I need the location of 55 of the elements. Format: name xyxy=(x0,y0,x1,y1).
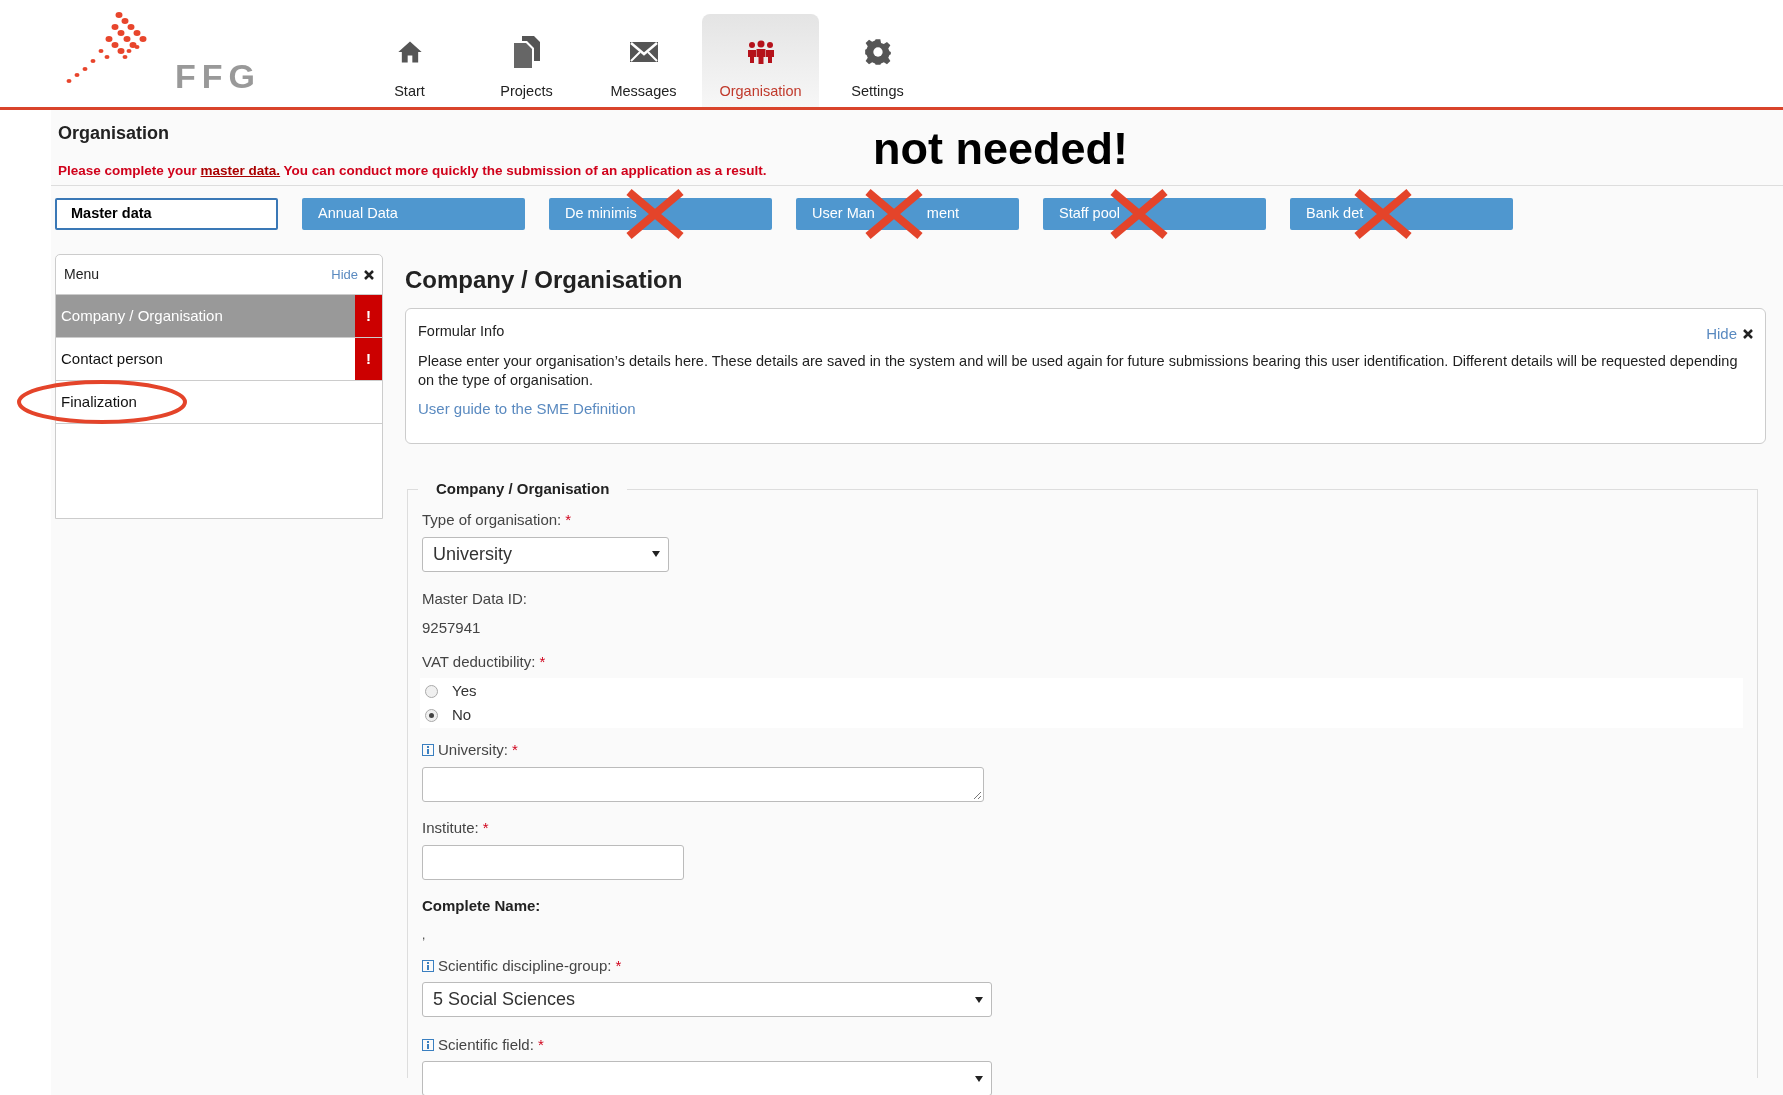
radio-button[interactable] xyxy=(425,684,438,698)
master-data-link[interactable]: master data. xyxy=(200,163,281,178)
field-label: Scientific discipline-group: xyxy=(438,955,612,976)
field-value: 9257941 xyxy=(422,617,482,638)
required-asterisk: * xyxy=(615,955,622,976)
section-heading: Company / Organisation xyxy=(405,265,684,295)
fieldset-legend: Company / Organisation xyxy=(418,478,628,501)
page-title: Organisation xyxy=(58,122,170,145)
info-text: Please enter your organisation’s details here. These details are saved in the system and will be used again for future submissions bearing this user identification. Different details will be requested depending on the type of organisation. xyxy=(418,351,1739,390)
close-icon xyxy=(1743,329,1753,340)
radio-label: Yes xyxy=(452,680,477,701)
nav-tab[interactable]: Organisation xyxy=(702,14,819,107)
annotation-text: not needed! xyxy=(873,126,1128,171)
sme-guide-link[interactable]: User guide to the SME Definition xyxy=(418,397,636,421)
menu-item[interactable]: Contact person ! xyxy=(56,338,382,381)
required-asterisk: * xyxy=(482,817,489,838)
nav-tab[interactable]: Start xyxy=(351,14,468,107)
field-label: Scientific field: xyxy=(438,1034,534,1055)
select-field[interactable] xyxy=(422,1061,992,1095)
logo-text: FFG xyxy=(175,56,261,97)
select-field[interactable]: 5 Social Sciences xyxy=(422,982,992,1017)
section-button[interactable]: Master data xyxy=(55,198,278,230)
close-icon xyxy=(364,269,374,280)
field-label: Master Data ID: xyxy=(422,589,528,610)
required-asterisk: * xyxy=(512,739,518,760)
menu-item[interactable]: Company / Organisation ! xyxy=(56,295,382,338)
required-asterisk: * xyxy=(539,651,546,672)
field-label: Complete Name: xyxy=(422,895,541,916)
notice-text: Please complete your master data. You can conduct more quickly the submission of an application as a result. xyxy=(58,162,768,180)
hide-link[interactable]: Hide xyxy=(331,264,374,285)
warning-badge: ! xyxy=(355,338,382,380)
required-asterisk: * xyxy=(537,1034,544,1055)
caret-icon xyxy=(975,1075,983,1082)
input-field[interactable] xyxy=(422,845,684,880)
field-value: , xyxy=(422,927,427,944)
nav-tab[interactable]: Messages xyxy=(585,14,702,107)
select-field[interactable]: University xyxy=(422,536,669,572)
field-label: VAT deductibility: xyxy=(422,651,536,672)
nav-tab[interactable]: Projects xyxy=(468,14,585,107)
documents-icon xyxy=(511,35,542,70)
hide-link[interactable]: Hide xyxy=(1706,323,1753,346)
field-label: University: xyxy=(438,739,508,760)
menu-title: Menu xyxy=(64,265,100,284)
info-title: Formular Info xyxy=(418,322,505,341)
warning-badge: ! xyxy=(355,295,382,337)
field-label: Type of organisation: xyxy=(422,510,562,531)
radio-label: No xyxy=(452,704,472,725)
required-asterisk: * xyxy=(565,510,572,531)
radio-button[interactable] xyxy=(425,708,438,722)
nav-tab[interactable]: Settings xyxy=(819,14,936,107)
field-label: Institute: xyxy=(422,817,479,838)
caret-icon xyxy=(975,996,983,1003)
resize-handle-icon xyxy=(973,791,982,800)
caret-icon xyxy=(652,551,660,557)
text-area[interactable] xyxy=(422,767,984,802)
